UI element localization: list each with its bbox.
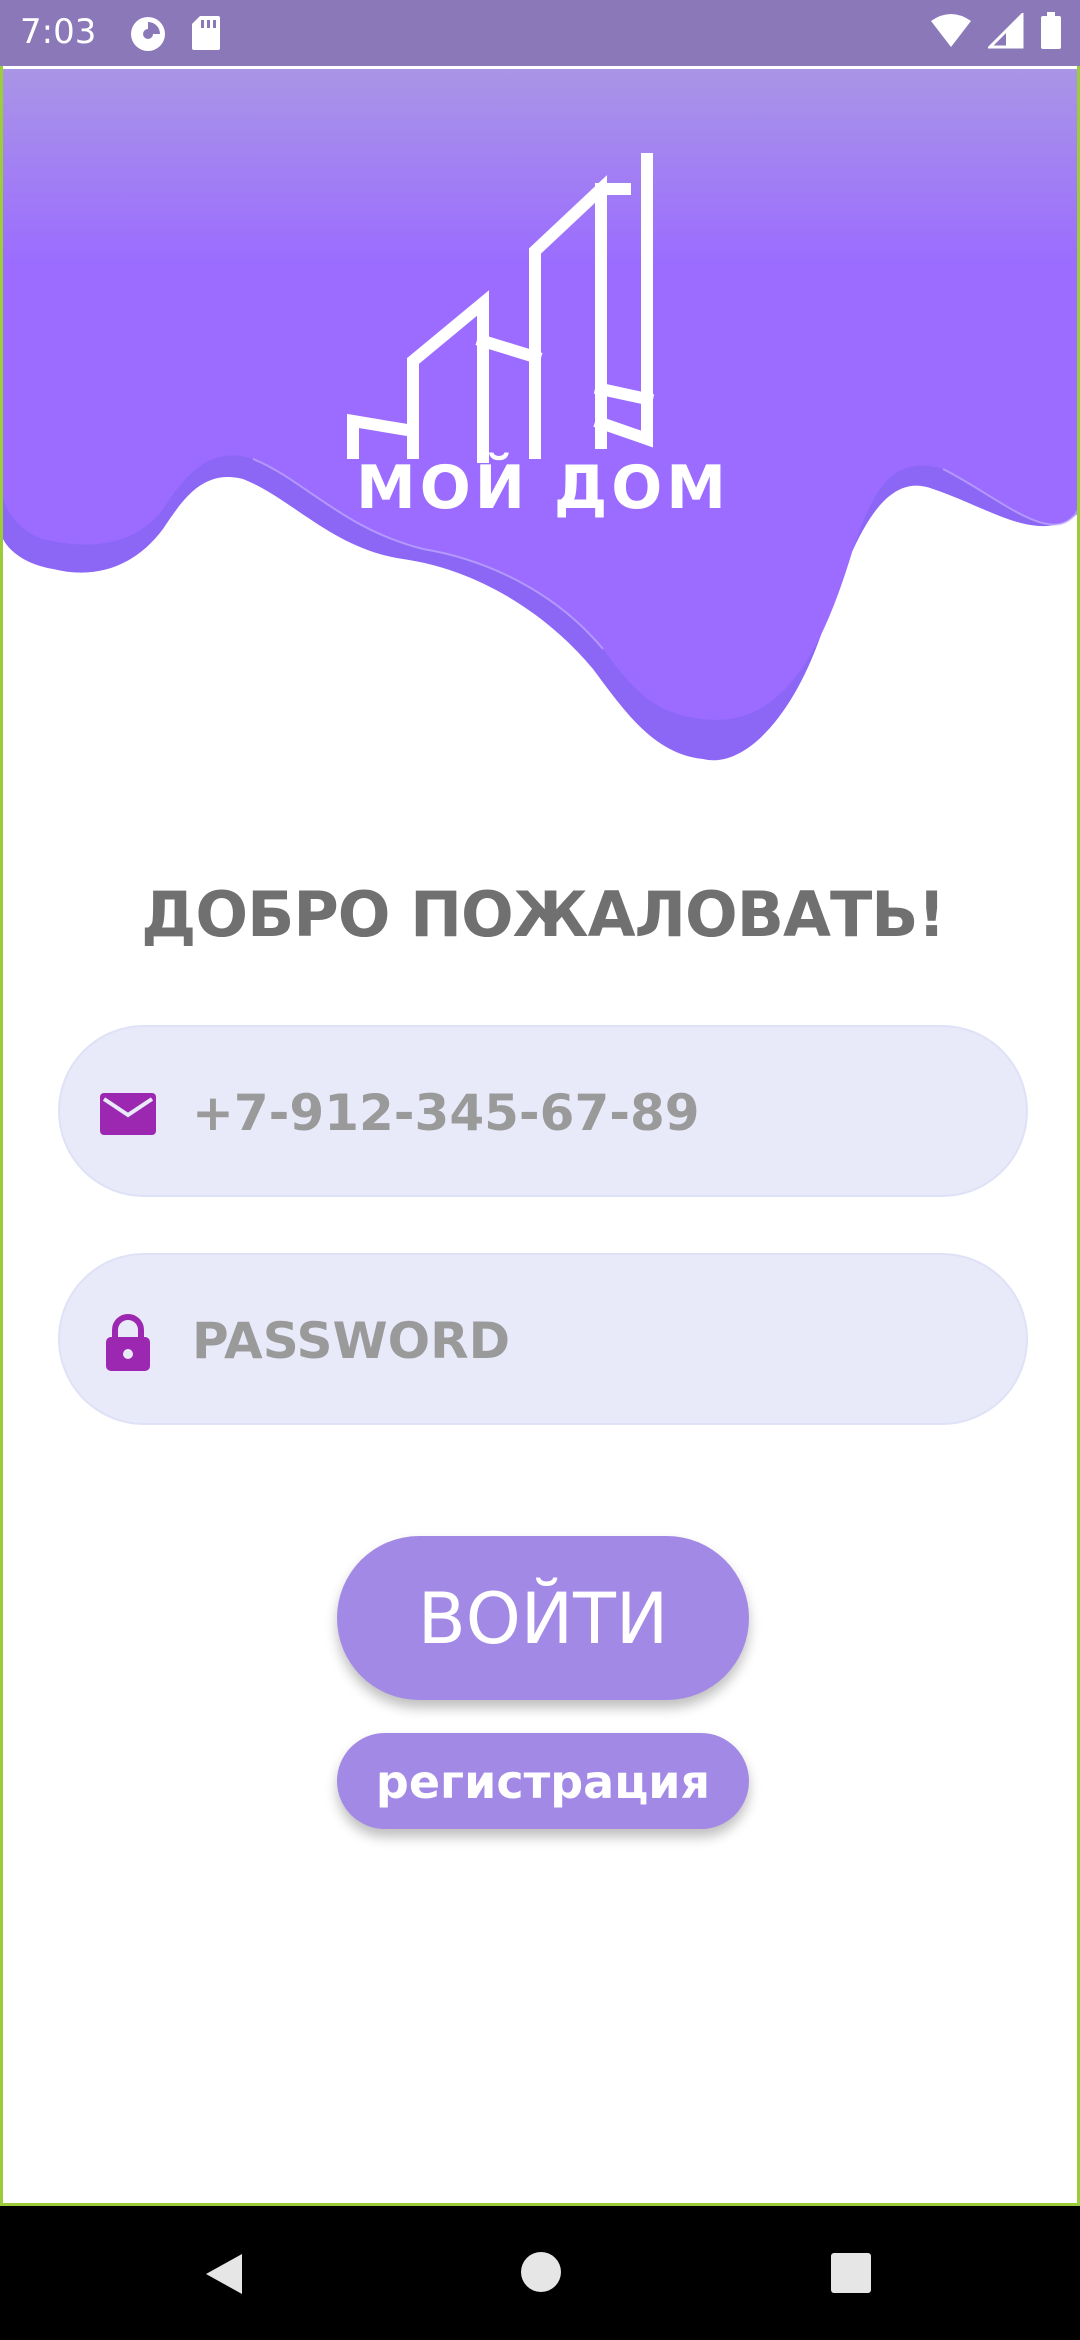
status-time: 7:03 (20, 12, 97, 52)
app-screen: МОЙ ДОМ ДОБРО ПОЖАЛОВАТЬ! ВОЙТИ регистра… (0, 0, 1080, 2206)
login-button[interactable]: ВОЙТИ (337, 1536, 749, 1700)
logo-text: МОЙ ДОМ (356, 453, 730, 523)
mail-icon (100, 1093, 156, 1135)
home-icon[interactable] (519, 2250, 563, 2294)
data-saver-icon (131, 17, 165, 51)
status-bar: 7:03 (0, 0, 1080, 66)
battery-icon (1041, 12, 1061, 49)
navigation-bar (0, 2206, 1080, 2340)
recents-icon[interactable] (830, 2252, 872, 2294)
sd-card-icon (192, 16, 220, 50)
register-button[interactable]: регистрация (337, 1733, 749, 1829)
phone-field[interactable] (58, 1025, 1028, 1197)
password-input[interactable] (190, 1295, 994, 1387)
password-field[interactable] (58, 1253, 1028, 1425)
welcome-title: ДОБРО ПОЖАЛОВАТЬ! (141, 878, 946, 951)
cell-signal-icon (988, 13, 1024, 49)
wifi-icon (931, 14, 971, 47)
lock-icon (106, 1314, 150, 1371)
back-icon[interactable] (200, 2250, 248, 2298)
phone-input[interactable] (190, 1067, 994, 1159)
header-wave: МОЙ ДОМ (3, 69, 1077, 769)
